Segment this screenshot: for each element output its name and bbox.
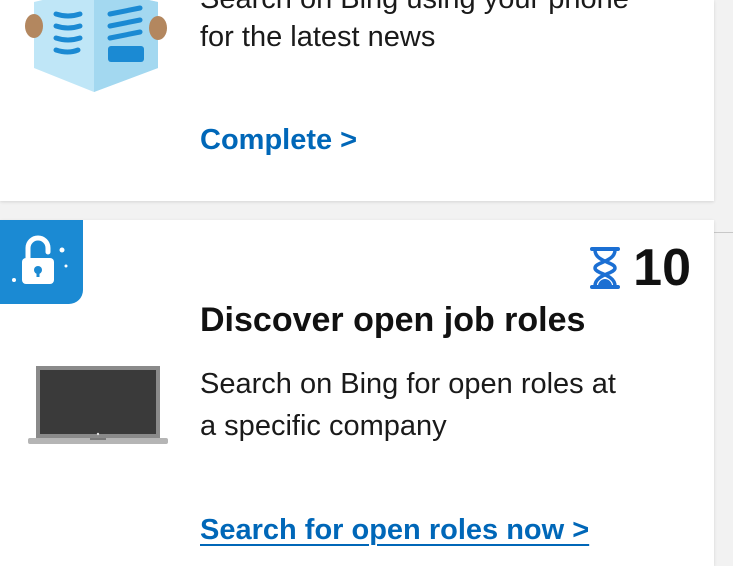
laptop-illustration-icon: [28, 366, 168, 444]
card-description: Search on Bing for open roles at: [200, 368, 616, 400]
search-open-roles-link[interactable]: Search for open roles now >: [200, 514, 589, 547]
card-title: Discover open job roles: [200, 301, 586, 339]
complete-link[interactable]: Complete >: [200, 124, 357, 157]
divider: [714, 232, 733, 233]
news-search-card: Search on Bing using your phone for the …: [0, 0, 714, 201]
points-indicator: 10: [587, 238, 691, 298]
newspaper-illustration-icon: [25, 0, 167, 92]
unlock-badge: [0, 220, 83, 304]
unlock-icon: [12, 235, 68, 284]
card-description-line2: for the latest news: [200, 21, 436, 53]
points-value: 10: [633, 239, 691, 297]
card-description-line2: a specific company: [200, 410, 447, 442]
hourglass-icon: [590, 247, 621, 289]
